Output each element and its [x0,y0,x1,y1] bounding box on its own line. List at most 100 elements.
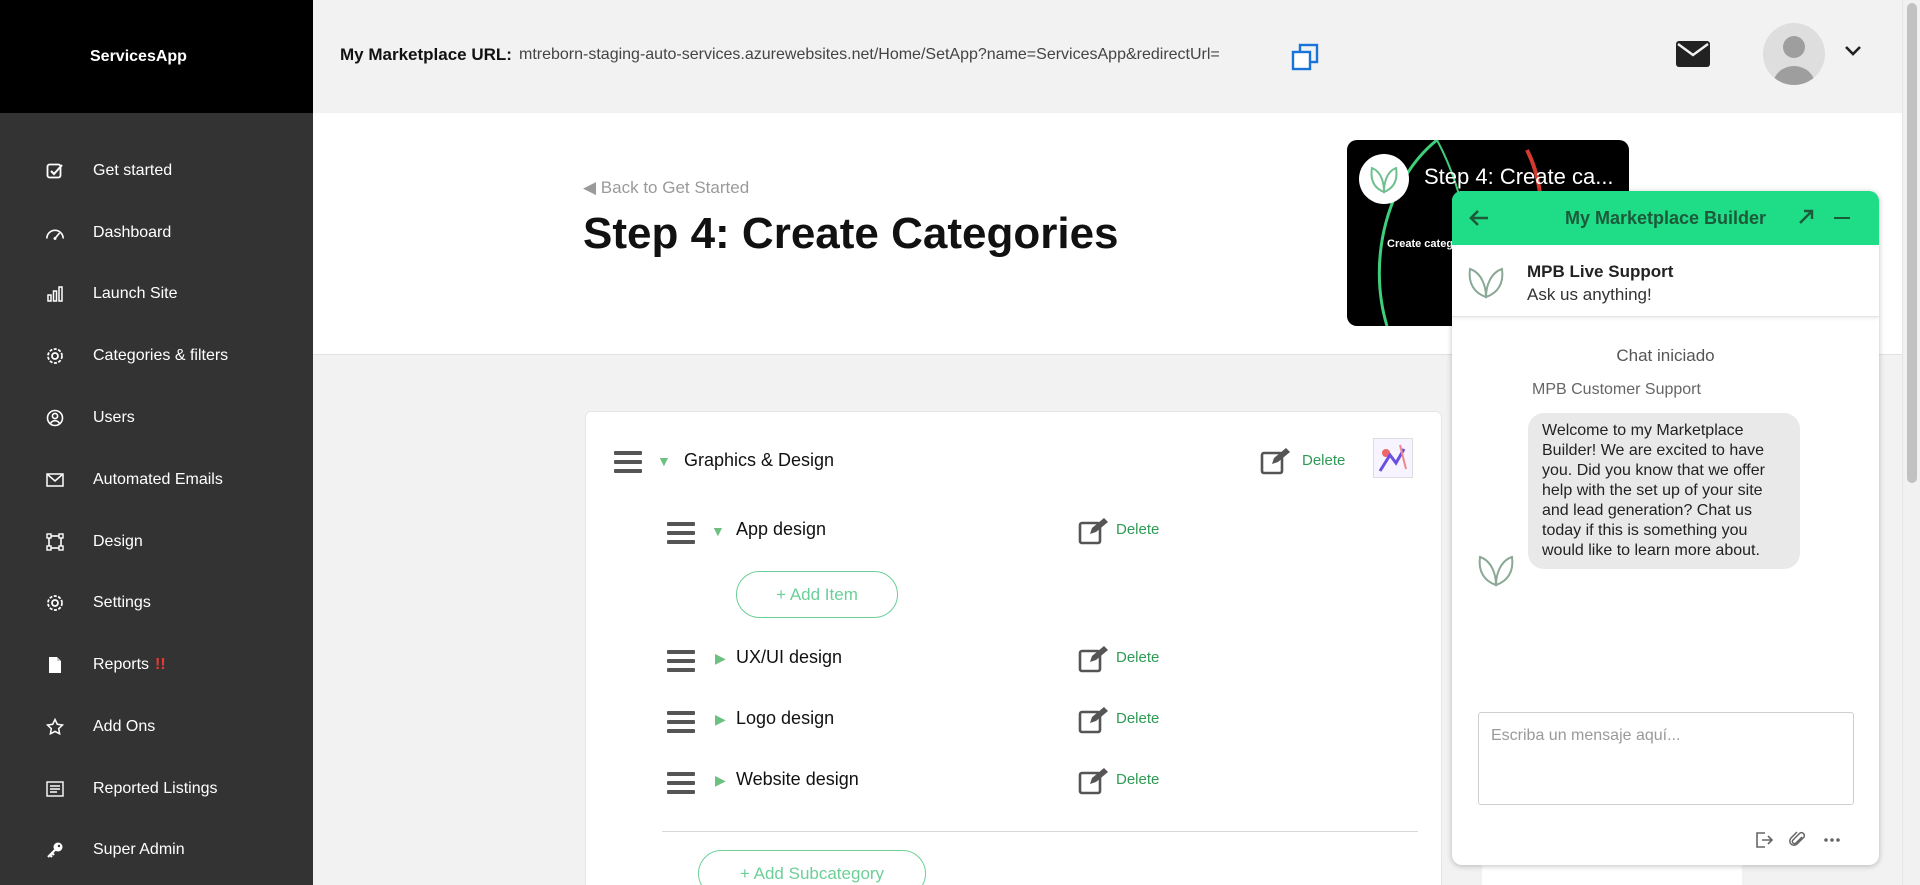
sidebar-item-design[interactable]: Design [0,522,313,562]
triangle-right-icon[interactable]: ▶ [715,772,726,789]
triangle-right-icon[interactable]: ▶ [715,711,726,728]
drag-handle-icon [614,451,642,473]
subcategory-name: App design [736,519,827,539]
expand-icon[interactable] [1797,208,1815,226]
sidebar-item-settings[interactable]: Settings [0,583,313,623]
list-icon [45,779,65,799]
sidebar-item-get-started[interactable]: Get started [0,151,313,191]
sidebar-item-reports[interactable]: Reports!! [0,645,313,685]
subcategory-name: UX/UI design [736,647,843,667]
frame-icon [45,532,65,552]
video-title: Step 4: Create ca... [1424,164,1614,189]
sidebar-item-label: Launch Site [93,285,178,302]
drag-handle[interactable] [614,444,642,480]
drag-handle-icon [667,522,695,544]
sidebar-item-reported-listings[interactable]: Reported Listings [0,769,313,809]
top-header: My Marketplace URL: mtreborn-staging-aut… [313,0,1902,113]
drag-handle[interactable] [667,704,695,740]
agent-info: MPB Live Support Ask us anything! [1452,245,1879,317]
mail-icon[interactable] [1675,40,1711,68]
scrollbar-thumb[interactable] [1907,3,1917,483]
chevron-down-icon[interactable] [1843,44,1863,58]
checkbox-icon [45,161,65,181]
drag-handle-icon [667,772,695,794]
subcategory-name: Logo design [736,708,835,728]
triangle-down-icon[interactable]: ▼ [711,523,725,539]
key-icon [45,840,65,860]
drag-handle-icon [667,711,695,733]
chat-widget: My Marketplace Builder MPB Live Support … [1452,191,1879,865]
envelope-icon [45,470,65,490]
sidebar-item-label: Reported Listings [93,780,218,797]
delete-button[interactable]: Delete [1302,452,1345,469]
subcategory-name: Website design [736,769,859,789]
drag-handle[interactable] [667,765,695,801]
alert-badge: !! [155,656,166,673]
divider [662,831,1418,832]
chat-title: My Marketplace Builder [1564,207,1767,228]
marketplace-url[interactable]: mtreborn-staging-auto-services.azurewebs… [519,46,1220,64]
sidebar-item-categories[interactable]: Categories & filters [0,336,313,376]
drag-handle[interactable] [667,643,695,679]
brand-name[interactable]: ServicesApp [0,0,313,113]
bar-chart-icon [45,284,65,304]
triangle-down-icon[interactable]: ▼ [657,453,671,469]
chat-status: Chat iniciado [1616,346,1715,365]
back-arrow-icon[interactable] [1468,207,1490,229]
agent-logo [1466,263,1506,299]
add-subcategory-button[interactable]: + Add Subcategory [698,850,926,885]
page-title-text: Create Categories [729,209,1119,258]
page-title: Step 4: Create Categories [583,209,1119,259]
marketplace-url-label: My Marketplace URL: [340,45,512,64]
category-name: Graphics & Design [684,450,835,470]
sidebar-item-label: Categories & filters [93,347,229,364]
edit-icon[interactable] [1078,767,1108,795]
delete-button[interactable]: Delete [1116,771,1159,788]
categories-panel: ▼ Graphics & Design Delete ▼ App design … [585,411,1442,885]
chat-message-input[interactable] [1478,712,1854,805]
video-channel-logo [1359,154,1409,204]
add-item-button[interactable]: + Add Item [736,571,898,618]
attachment-icon[interactable] [1789,831,1807,849]
drag-handle-icon [667,650,695,672]
sidebar-item-label: Reports [93,656,150,673]
avatar[interactable] [1763,23,1825,85]
triangle-right-icon[interactable]: ▶ [715,650,726,667]
delete-button[interactable]: Delete [1116,649,1159,666]
gear-icon [45,593,65,613]
sidebar: ServicesApp Get started Dashboard Launch… [0,0,313,885]
sidebar-item-label: Dashboard [93,224,172,241]
edit-icon[interactable] [1078,645,1108,673]
sender-avatar [1476,551,1516,587]
message-bubble: Welcome to my Marketplace Builder! We ar… [1528,413,1800,569]
more-options-icon[interactable] [1823,831,1841,849]
sidebar-item-super-admin[interactable]: Super Admin [0,830,313,870]
page-title-step: Step 4: [583,209,730,258]
sidebar-item-dashboard[interactable]: Dashboard [0,213,313,253]
edit-icon[interactable] [1078,517,1108,545]
sidebar-item-launch-site[interactable]: Launch Site [0,274,313,314]
gauge-icon [45,223,65,243]
sidebar-item-label: Super Admin [93,841,185,858]
category-image[interactable] [1373,438,1413,478]
sidebar-item-label: Add Ons [93,718,156,735]
edit-icon[interactable] [1078,706,1108,734]
sidebar-item-users[interactable]: Users [0,398,313,438]
agent-subtitle: Ask us anything! [1527,285,1652,304]
minimize-icon[interactable] [1834,217,1850,219]
file-icon [45,655,65,675]
drag-handle[interactable] [667,515,695,551]
message-sender: MPB Customer Support [1532,381,1701,398]
edit-icon[interactable] [1260,447,1290,475]
copy-icon[interactable] [1291,43,1319,71]
sidebar-item-label: Design [93,533,143,550]
delete-button[interactable]: Delete [1116,710,1159,727]
exit-chat-icon[interactable] [1755,831,1774,849]
star-icon [45,717,65,737]
delete-button[interactable]: Delete [1116,521,1159,538]
page-scrollbar[interactable] [1902,0,1920,885]
sidebar-item-add-ons[interactable]: Add Ons [0,707,313,747]
sidebar-item-label: Automated Emails [93,471,223,488]
back-to-get-started-link[interactable]: ◀ Back to Get Started [583,178,749,198]
sidebar-item-automated-emails[interactable]: Automated Emails [0,460,313,500]
